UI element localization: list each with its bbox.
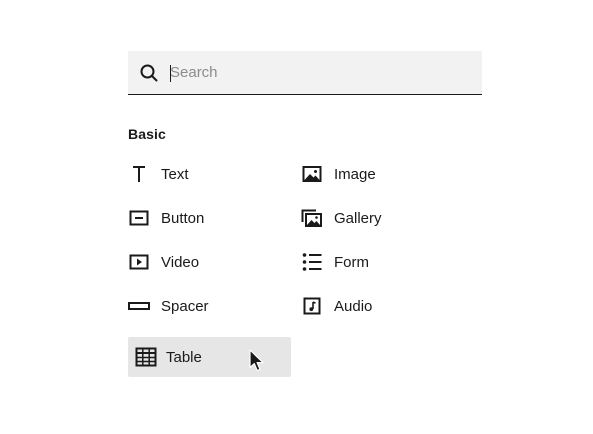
block-item-label: Table — [166, 348, 202, 366]
block-item-text[interactable]: Text — [128, 154, 288, 194]
search-icon — [140, 64, 158, 82]
block-item-gallery[interactable]: Gallery — [301, 198, 461, 238]
block-item-label: Audio — [334, 297, 373, 315]
block-item-table[interactable]: Table — [128, 337, 291, 377]
block-item-label: Video — [161, 253, 200, 271]
block-item-label: Text — [161, 165, 189, 183]
text-icon — [128, 163, 150, 185]
table-icon — [135, 346, 157, 368]
block-item-form[interactable]: Form — [301, 242, 461, 282]
block-item-label: Form — [334, 253, 369, 271]
block-item-spacer[interactable]: Spacer — [128, 286, 288, 326]
gallery-icon — [301, 207, 323, 229]
text-caret — [170, 65, 171, 82]
search-field[interactable] — [128, 51, 482, 95]
search-input[interactable] — [170, 51, 470, 94]
block-item-image[interactable]: Image — [301, 154, 461, 194]
video-icon — [128, 251, 150, 273]
block-item-label: Button — [161, 209, 205, 227]
block-item-label: Spacer — [161, 297, 209, 315]
image-icon — [301, 163, 323, 185]
block-item-button[interactable]: Button — [128, 198, 288, 238]
section-title-basic: Basic — [128, 126, 166, 142]
button-icon — [128, 207, 150, 229]
audio-icon — [301, 295, 323, 317]
mouse-pointer-icon — [248, 349, 266, 373]
spacer-icon — [128, 295, 150, 317]
block-item-label: Image — [334, 165, 376, 183]
block-item-audio[interactable]: Audio — [301, 286, 461, 326]
block-item-video[interactable]: Video — [128, 242, 288, 282]
block-item-label: Gallery — [334, 209, 382, 227]
form-icon — [301, 251, 323, 273]
